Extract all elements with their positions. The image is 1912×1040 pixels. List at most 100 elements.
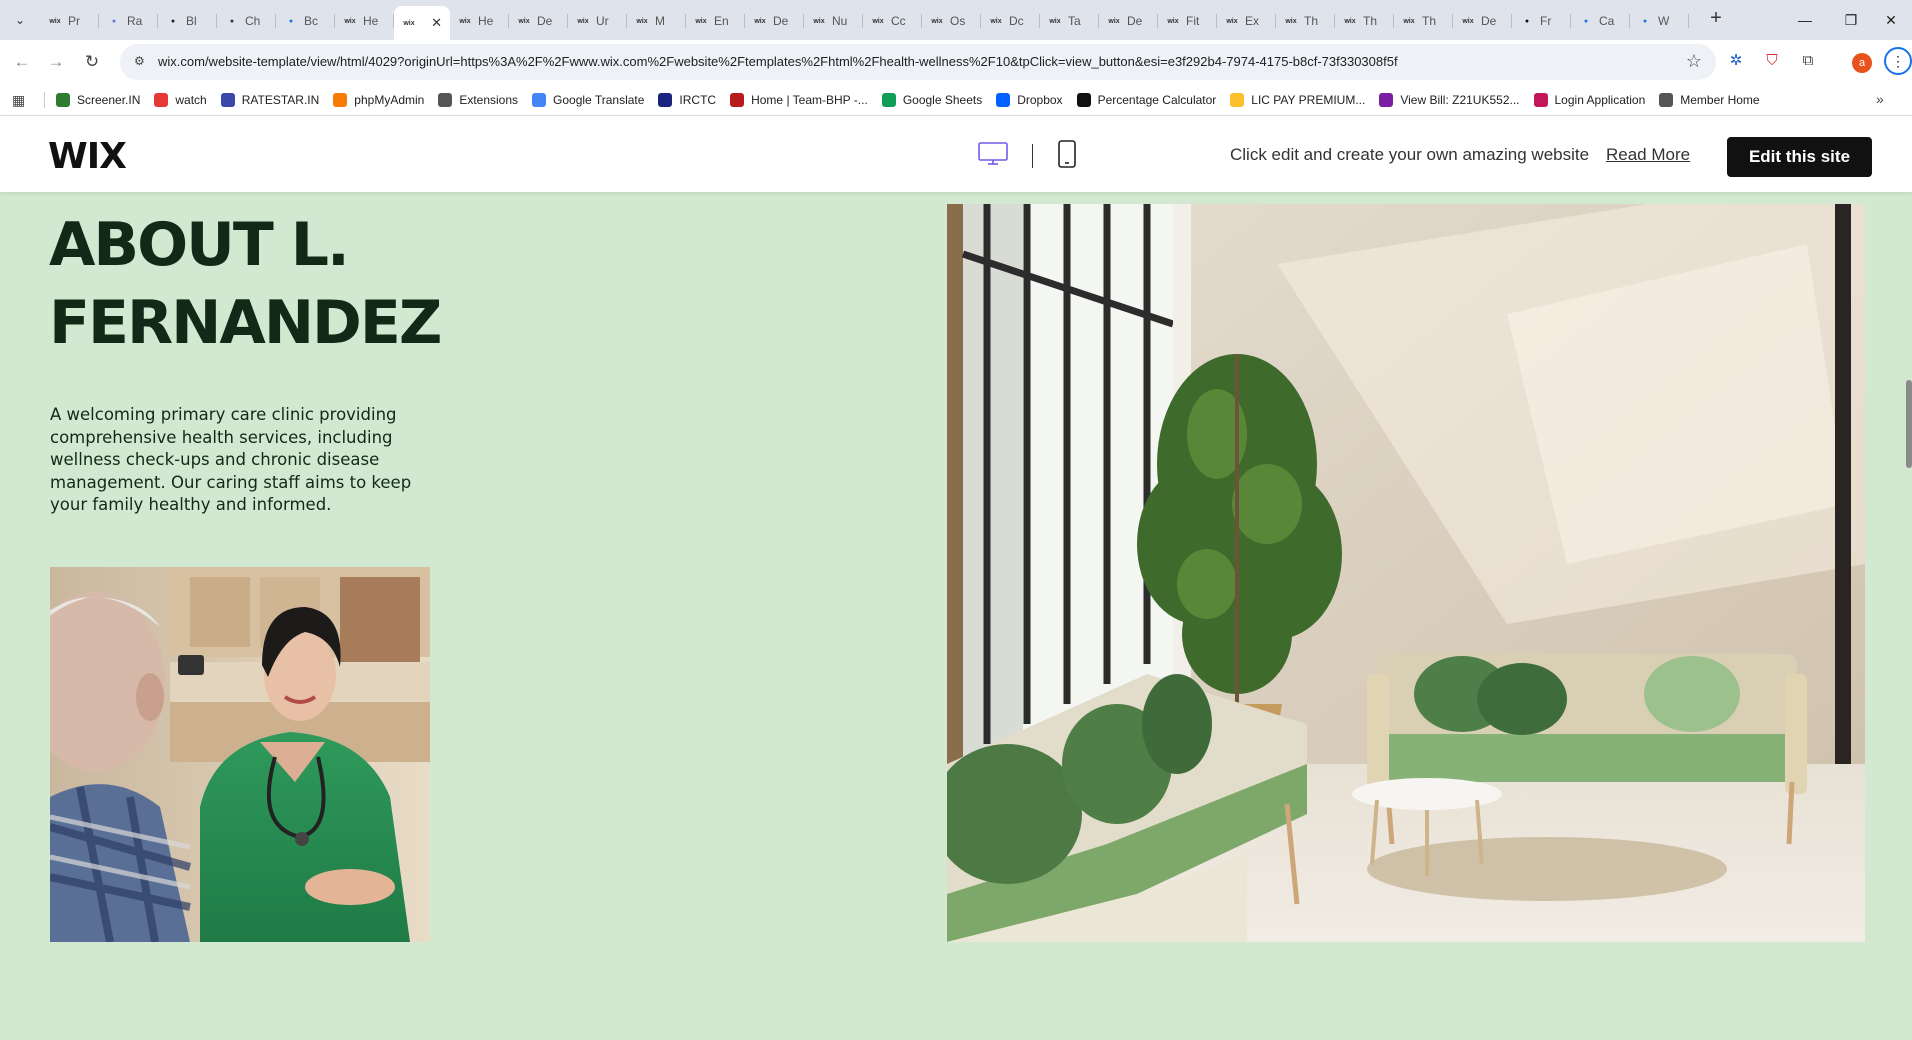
browser-tab[interactable]: wix Ta: [1040, 6, 1099, 36]
wix-icon: wix: [636, 17, 648, 25]
wix-icon: wix: [1285, 17, 1297, 25]
browser-tab[interactable]: wix Th: [1394, 6, 1453, 36]
forward-button[interactable]: →: [44, 50, 68, 74]
browser-tab[interactable]: wix M: [627, 6, 686, 36]
browser-tab[interactable]: ● Fr: [1512, 6, 1571, 36]
bookmark-star-icon[interactable]: ☆: [1686, 51, 1702, 72]
tab-title: Fr: [1540, 14, 1552, 28]
nurse-with-patient-photo: [50, 567, 430, 942]
bookmark-item[interactable]: RATESTAR.IN: [220, 93, 319, 107]
tab-title: Ca: [1599, 14, 1615, 28]
close-window-button[interactable]: ✕: [1868, 0, 1912, 40]
bookmark-item[interactable]: Dropbox: [996, 93, 1063, 107]
wix-icon: wix: [1462, 17, 1474, 25]
percent-icon: [1076, 93, 1091, 107]
browser-tab[interactable]: wix Pr: [40, 6, 99, 36]
browser-tab[interactable]: wix ✕: [394, 6, 450, 40]
browser-tab[interactable]: wix He: [335, 6, 394, 36]
bookmark-item[interactable]: View Bill: Z21UK552...: [1379, 93, 1520, 107]
edit-this-site-button[interactable]: Edit this site: [1727, 137, 1872, 177]
bookmark-item[interactable]: Google Sheets: [881, 93, 982, 107]
browser-tab[interactable]: ● Ra: [99, 6, 158, 36]
apps-grid-icon[interactable]: ▦: [12, 92, 25, 109]
shield-extension-icon[interactable]: ⛉: [1760, 49, 1784, 73]
browser-tab[interactable]: wix Th: [1335, 6, 1394, 36]
tab-title: Fit: [1186, 14, 1200, 28]
close-tab-icon[interactable]: ✕: [431, 15, 442, 31]
bookmark-item[interactable]: Screener.IN: [56, 93, 140, 107]
tab-title: De: [537, 14, 553, 28]
bookmark-item[interactable]: Google Translate: [532, 93, 644, 107]
chart-icon: [56, 93, 70, 107]
sheets-icon: [881, 93, 896, 107]
bookmark-item[interactable]: Home | Team-BHP -...: [730, 93, 868, 107]
browser-toolbar: ← → ↻ ⚙ wix.com/website-template/view/ht…: [0, 40, 1912, 84]
desktop-view-icon[interactable]: [978, 142, 1008, 166]
browser-tab[interactable]: wix De: [1453, 6, 1512, 36]
about-description: A welcoming primary care clinic providin…: [50, 405, 412, 514]
tab-title: Nu: [832, 14, 848, 28]
browser-tab[interactable]: wix Ex: [1217, 6, 1276, 36]
address-bar[interactable]: ⚙ wix.com/website-template/view/html/402…: [120, 44, 1716, 80]
browser-tab[interactable]: wix De: [745, 6, 804, 36]
extension-icon[interactable]: ✲: [1724, 49, 1748, 73]
browser-tab[interactable]: ● Bc: [276, 6, 335, 36]
browser-tab[interactable]: wix Dc: [981, 6, 1040, 36]
bookmark-item[interactable]: watch: [154, 93, 207, 107]
wix-icon: wix: [577, 17, 589, 25]
read-more-link[interactable]: Read More: [1606, 145, 1690, 165]
browser-tab[interactable]: wix Fit: [1158, 6, 1217, 36]
minimize-button[interactable]: —: [1782, 0, 1828, 40]
doc-icon: ●: [1642, 17, 1648, 25]
bookmark-item[interactable]: Extensions: [438, 93, 518, 107]
browser-tab[interactable]: wix He: [450, 6, 509, 36]
bookmark-item[interactable]: phpMyAdmin: [333, 93, 424, 107]
tab-title: Th: [1304, 14, 1319, 28]
wix-icon: wix: [1049, 17, 1061, 25]
browser-tab[interactable]: wix Os: [922, 6, 981, 36]
more-bookmarks-icon[interactable]: »: [1876, 91, 1884, 107]
tab-title: He: [478, 14, 494, 28]
tab-title: W: [1658, 14, 1670, 28]
bookmark-item[interactable]: Login Application: [1533, 93, 1645, 107]
bookmark-label: Dropbox: [1017, 93, 1063, 107]
browser-tab[interactable]: ● Bl: [158, 6, 217, 36]
browser-tab[interactable]: wix Nu: [804, 6, 863, 36]
profile-avatar[interactable]: a: [1852, 53, 1872, 73]
tab-search-chevron-icon[interactable]: ⌄: [8, 8, 32, 32]
browser-tab[interactable]: wix De: [1099, 6, 1158, 36]
new-tab-button[interactable]: +: [1704, 7, 1728, 31]
wix-logo[interactable]: WIX: [48, 136, 127, 177]
bookmark-item[interactable]: Member Home: [1659, 93, 1760, 107]
tab-title: De: [1481, 14, 1497, 28]
wix-icon: wix: [1403, 17, 1415, 25]
browser-tab[interactable]: wix En: [686, 6, 745, 36]
wix-icon: wix: [1344, 17, 1356, 25]
extensions-puzzle-icon[interactable]: ⧉: [1796, 49, 1820, 73]
site-info-icon[interactable]: ⚙: [134, 54, 150, 70]
puzzle-icon: [438, 93, 453, 107]
wix-icon: wix: [695, 17, 707, 25]
framer-icon: ●: [1524, 17, 1530, 25]
promo-text: Click edit and create your own amazing w…: [1230, 145, 1590, 164]
bookmark-item[interactable]: IRCTC: [658, 93, 716, 107]
bookmark-label: Google Translate: [553, 93, 645, 107]
wix-template-header: WIX Click edit and create your own amazi…: [0, 116, 1912, 192]
browser-tab[interactable]: wix Th: [1276, 6, 1335, 36]
reload-button[interactable]: ↻: [80, 50, 104, 74]
browser-tab[interactable]: ● W: [1630, 6, 1689, 36]
browser-tab[interactable]: wix De: [509, 6, 568, 36]
browser-menu-icon[interactable]: ⋮: [1884, 47, 1912, 75]
back-button[interactable]: ←: [10, 50, 34, 74]
tab-title: Pr: [68, 14, 80, 28]
url-text[interactable]: wix.com/website-template/view/html/4029?…: [158, 54, 1398, 69]
browser-tab[interactable]: wix Cc: [863, 6, 922, 36]
browser-tab[interactable]: wix Ur: [568, 6, 627, 36]
page-scrollbar[interactable]: [1906, 380, 1912, 468]
browser-tab[interactable]: ● Ca: [1571, 6, 1630, 36]
bookmark-item[interactable]: Percentage Calculator: [1076, 93, 1216, 107]
wix-icon: wix: [754, 17, 766, 25]
bookmark-item[interactable]: LIC PAY PREMIUM...: [1230, 93, 1365, 107]
mobile-view-icon[interactable]: [1058, 140, 1076, 168]
browser-tab[interactable]: ● Ch: [217, 6, 276, 36]
